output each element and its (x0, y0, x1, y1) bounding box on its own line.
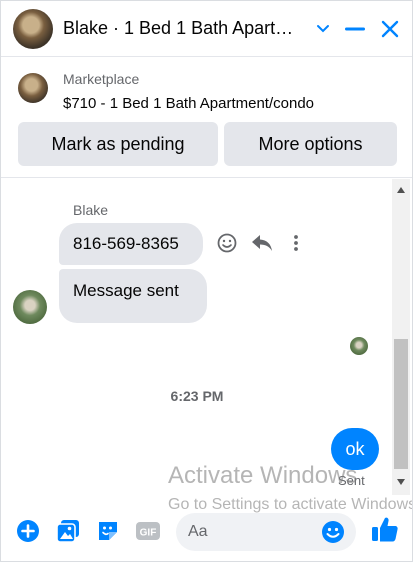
marketplace-label: Marketplace (63, 71, 140, 87)
message-bubble-incoming[interactable]: Message sent (59, 269, 207, 323)
sender-name: Blake (73, 202, 109, 218)
chat-header[interactable]: Blake · 1 Bed 1 Bath Apartment/condo (1, 1, 412, 57)
gif-label: GIF (140, 528, 157, 539)
message-bubble-incoming[interactable]: 816-569-8365 (59, 223, 203, 265)
sticker-icon[interactable] (94, 517, 122, 545)
chat-window: Blake · 1 Bed 1 Bath Apartment/condo Mar… (0, 0, 413, 562)
marketplace-panel: Marketplace $710 - 1 Bed 1 Bath Apartmen… (1, 58, 412, 178)
message-text: ok (345, 438, 365, 459)
photo-icon[interactable] (54, 517, 82, 545)
more-actions-icon[interactable] (284, 231, 308, 255)
message-text: Message sent (73, 281, 179, 300)
message-timestamp: 6:23 PM (170, 388, 224, 404)
minimize-icon[interactable] (341, 15, 369, 43)
reply-icon[interactable] (250, 231, 274, 255)
message-list[interactable]: Blake 816-569-8365 Message sent 6:23 PM … (1, 179, 412, 499)
plus-icon[interactable] (14, 517, 42, 545)
listing-thumbnail[interactable] (18, 73, 48, 103)
close-icon[interactable] (376, 15, 404, 43)
read-receipt-avatar (350, 337, 368, 355)
chevron-down-icon[interactable] (309, 15, 337, 43)
message-input-box[interactable] (176, 513, 356, 551)
contact-avatar[interactable] (13, 9, 53, 49)
emoji-icon[interactable] (321, 520, 345, 544)
sender-avatar[interactable] (13, 290, 47, 324)
gif-icon[interactable]: GIF (134, 517, 162, 545)
listing-title[interactable]: $710 - 1 Bed 1 Bath Apartment/condo (63, 95, 314, 112)
mark-as-pending-button[interactable]: Mark as pending (18, 122, 218, 166)
message-scrollbar[interactable] (392, 179, 410, 495)
more-options-button[interactable]: More options (224, 122, 397, 166)
message-composer: GIF (1, 507, 412, 561)
react-emoji-icon[interactable] (215, 231, 239, 255)
message-text: 816-569-8365 (73, 234, 179, 253)
scroll-down-arrow-icon[interactable] (397, 479, 405, 485)
message-input[interactable] (176, 513, 321, 551)
activate-windows-watermark: Activate Windows (168, 462, 358, 489)
chat-title[interactable]: Blake · 1 Bed 1 Bath Apartment/condo (63, 18, 303, 39)
scrollbar-thumb[interactable] (394, 339, 408, 469)
like-icon[interactable] (371, 515, 399, 543)
scroll-up-arrow-icon[interactable] (397, 187, 405, 193)
